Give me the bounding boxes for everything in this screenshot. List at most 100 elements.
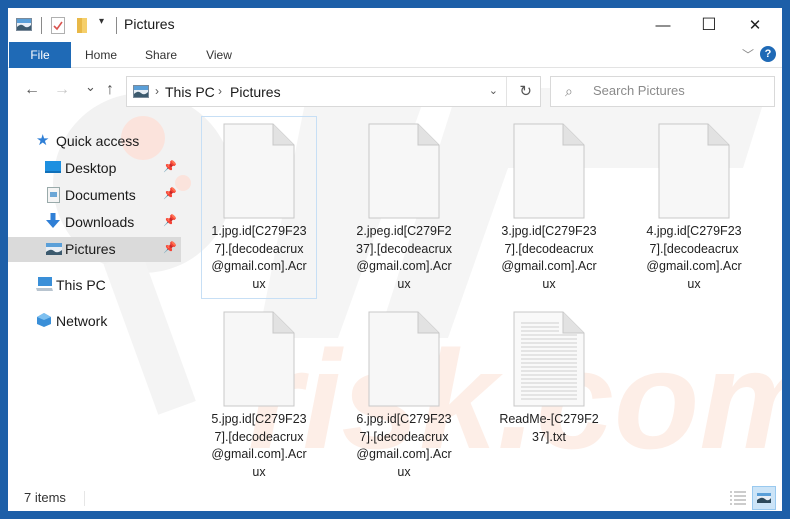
- refresh-button[interactable]: ↻: [519, 82, 532, 100]
- file-item[interactable]: 3.jpg.id[C279F23 7].[decodeacrux @gmail.…: [491, 117, 607, 293]
- blank-file-icon: [368, 123, 440, 219]
- file-name-line: @gmail.com].Acr: [501, 259, 597, 273]
- blank-file-icon: [658, 123, 730, 219]
- file-item[interactable]: 2.jpeg.id[C279F2 37].[decodeacrux @gmail…: [346, 117, 462, 293]
- file-name: 6.jpg.id[C279F23 7].[decodeacrux @gmail.…: [346, 411, 462, 481]
- file-item[interactable]: 4.jpg.id[C279F23 7].[decodeacrux @gmail.…: [636, 117, 752, 293]
- window-title: Pictures: [124, 16, 175, 32]
- breadcrumb-separator-icon[interactable]: ›: [155, 84, 159, 98]
- status-bar: 7 items: [8, 486, 782, 511]
- customize-toolbar-dropdown-icon[interactable]: ▾: [99, 16, 104, 27]
- navigation-bar: ← → ⌄ ↑ › This PC › Pictures ⌄ ↻ ⌕: [8, 72, 782, 108]
- file-name-line: @gmail.com].Acr: [356, 447, 452, 461]
- ribbon-tabs: File Home Share View ﹀ ?: [8, 42, 782, 68]
- file-name-line: @gmail.com].Acr: [646, 259, 742, 273]
- up-button[interactable]: ↑: [106, 81, 114, 99]
- sidebar-item-this-pc[interactable]: This PC: [8, 273, 181, 298]
- pictures-location-icon: [133, 85, 149, 98]
- tab-share[interactable]: Share: [138, 42, 184, 68]
- title-bar: ▾ Pictures — ☐ ✕: [8, 8, 782, 42]
- recent-locations-button[interactable]: ⌄: [85, 79, 96, 95]
- star-icon: ★: [36, 132, 50, 149]
- file-name-line: @gmail.com].Acr: [211, 259, 307, 273]
- tab-home[interactable]: Home: [78, 42, 124, 68]
- pin-icon[interactable]: 📌: [163, 214, 177, 227]
- file-explorer-window: risk.com ▾ Pictures — ☐ ✕ File Home Shar…: [8, 8, 782, 511]
- properties-icon[interactable]: [51, 17, 65, 34]
- file-name-line: ux: [397, 276, 411, 291]
- file-name-line: ux: [397, 464, 411, 479]
- address-dropdown-icon[interactable]: ⌄: [489, 84, 498, 97]
- file-name-line: 6.jpg.id[C279F23: [356, 412, 452, 426]
- search-input[interactable]: [593, 83, 763, 98]
- sidebar-item-pictures[interactable]: Pictures 📌: [8, 237, 181, 262]
- file-item[interactable]: ReadMe-[C279F2 37].txt: [491, 305, 607, 446]
- help-button[interactable]: ?: [760, 46, 776, 62]
- forward-button[interactable]: →: [54, 81, 70, 99]
- file-name-line: 1.jpg.id[C279F23: [211, 224, 307, 238]
- file-item[interactable]: 6.jpg.id[C279F23 7].[decodeacrux @gmail.…: [346, 305, 462, 481]
- search-icon: ⌕: [565, 83, 573, 99]
- minimize-icon: —: [655, 16, 671, 34]
- expand-ribbon-icon[interactable]: ﹀: [742, 46, 754, 63]
- sidebar-item-quick-access[interactable]: ★ Quick access: [8, 129, 181, 154]
- sidebar-item-network[interactable]: Network: [8, 309, 181, 334]
- downloads-icon: [46, 213, 60, 228]
- address-divider: [506, 77, 507, 106]
- blank-file-icon: [223, 123, 295, 219]
- large-icons-view-icon: [757, 493, 771, 503]
- titlebar-separator: [116, 17, 117, 34]
- file-name-line: @gmail.com].Acr: [356, 259, 452, 273]
- file-name-line: 4.jpg.id[C279F23: [646, 224, 742, 238]
- network-icon: [37, 313, 51, 327]
- file-item[interactable]: 5.jpg.id[C279F23 7].[decodeacrux @gmail.…: [201, 305, 317, 481]
- pictures-icon: [46, 243, 62, 255]
- pin-icon[interactable]: 📌: [163, 187, 177, 200]
- file-name: 2.jpeg.id[C279F2 37].[decodeacrux @gmail…: [346, 223, 462, 293]
- file-item[interactable]: 1.jpg.id[C279F23 7].[decodeacrux @gmail.…: [201, 116, 317, 299]
- pin-icon[interactable]: 📌: [163, 241, 177, 254]
- file-name-line: 7].[decodeacrux: [214, 241, 304, 256]
- pin-icon[interactable]: 📌: [163, 160, 177, 173]
- file-list: 1.jpg.id[C279F23 7].[decodeacrux @gmail.…: [193, 112, 782, 484]
- file-name-line: ux: [252, 464, 266, 479]
- breadcrumb-this-pc[interactable]: This PC: [165, 84, 215, 100]
- maximize-button[interactable]: ☐: [686, 8, 732, 42]
- minimize-button[interactable]: —: [640, 8, 686, 42]
- sidebar-item-desktop[interactable]: Desktop 📌: [8, 156, 181, 181]
- text-file-icon: [513, 311, 585, 407]
- details-view-button[interactable]: [728, 488, 748, 508]
- sidebar-item-label: Quick access: [56, 133, 140, 149]
- breadcrumb-pictures[interactable]: Pictures: [230, 84, 281, 100]
- back-button[interactable]: ←: [24, 81, 40, 99]
- titlebar-separator: [41, 17, 42, 34]
- sidebar-item-label: Downloads: [65, 214, 135, 230]
- status-divider: [84, 491, 85, 506]
- file-name-line: ux: [687, 276, 701, 291]
- documents-icon: [47, 187, 60, 203]
- file-name-line: ReadMe-[C279F2: [499, 412, 599, 426]
- sidebar-item-downloads[interactable]: Downloads 📌: [8, 210, 181, 235]
- large-icons-view-button[interactable]: [752, 486, 776, 510]
- file-name: 3.jpg.id[C279F23 7].[decodeacrux @gmail.…: [491, 223, 607, 293]
- file-name-line: 7].[decodeacrux: [359, 429, 449, 444]
- search-box[interactable]: ⌕: [550, 76, 775, 107]
- sidebar-item-label: Network: [56, 313, 108, 329]
- file-name-line: 7].[decodeacrux: [214, 429, 304, 444]
- file-name-line: ux: [542, 276, 556, 291]
- file-name: 5.jpg.id[C279F23 7].[decodeacrux @gmail.…: [201, 411, 317, 481]
- tab-file[interactable]: File: [9, 42, 71, 68]
- file-name-line: 2.jpeg.id[C279F2: [356, 224, 452, 238]
- file-name-line: @gmail.com].Acr: [211, 447, 307, 461]
- file-name-line: ux: [252, 276, 266, 291]
- new-folder-icon[interactable]: [76, 17, 88, 34]
- sidebar-item-documents[interactable]: Documents 📌: [8, 183, 181, 208]
- close-button[interactable]: ✕: [732, 8, 778, 42]
- close-icon: ✕: [748, 17, 762, 34]
- file-name-line: 3.jpg.id[C279F23: [501, 224, 597, 238]
- address-bar[interactable]: › This PC › Pictures ⌄ ↻: [126, 76, 541, 107]
- tab-view[interactable]: View: [198, 42, 240, 68]
- breadcrumb-separator-icon[interactable]: ›: [218, 84, 222, 98]
- blank-file-icon: [513, 123, 585, 219]
- pictures-folder-icon[interactable]: [16, 18, 32, 31]
